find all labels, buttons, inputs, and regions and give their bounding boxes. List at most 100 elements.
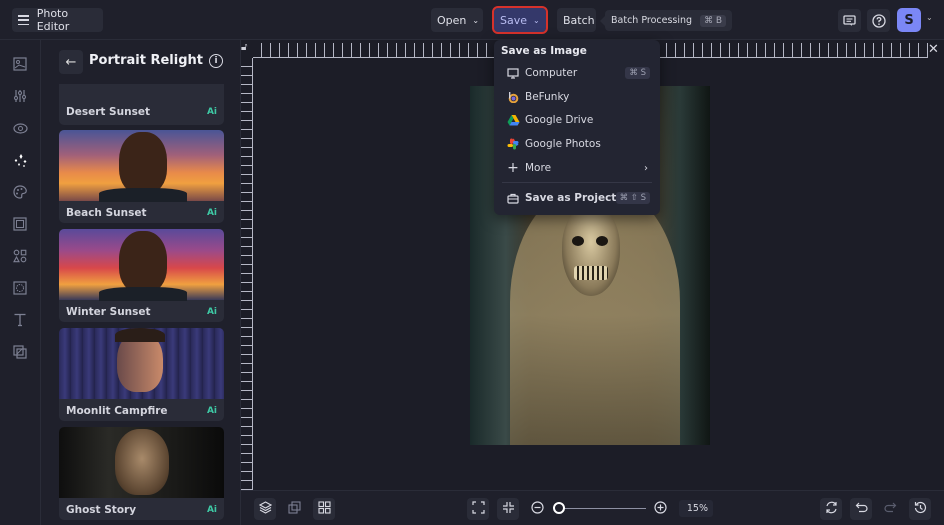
menu-item-label: Computer <box>525 67 578 79</box>
briefcase-icon <box>506 193 520 204</box>
layers-icon <box>258 501 272 517</box>
batch-tooltip: Batch Processing ⌘ B <box>599 10 733 31</box>
adjustments-icon[interactable] <box>11 87 29 105</box>
menu-item-label: BeFunky <box>525 91 570 103</box>
bottom-toolbar: 15% <box>241 490 944 525</box>
zoom-in-button[interactable] <box>649 498 671 520</box>
grid-view-button[interactable] <box>313 498 335 520</box>
effects-sparkle-icon[interactable] <box>11 151 29 169</box>
chevron-down-icon: ⌄ <box>472 15 480 25</box>
ai-badge: Ai <box>206 406 217 416</box>
history-button[interactable] <box>909 498 931 520</box>
tool-rail <box>0 40 41 525</box>
portrait-figure <box>119 132 167 194</box>
compare-button[interactable] <box>283 498 305 520</box>
menu-item-label: Save as Project <box>525 192 617 204</box>
save-as-project[interactable]: Save as Project ⌘ ⇧ S <box>494 187 660 209</box>
preset-thumbnail <box>59 130 224 202</box>
info-icon[interactable]: i <box>209 54 223 68</box>
menu-divider <box>502 182 652 183</box>
preset-name: Winter Sunset <box>66 306 151 318</box>
zoom-out-icon <box>530 501 544 517</box>
preset-thumbnail <box>59 328 224 399</box>
chevron-right-icon: › <box>644 162 648 174</box>
feedback-button[interactable] <box>838 9 861 32</box>
vertical-ruler[interactable] <box>241 58 253 490</box>
preset-card-ghost-story[interactable]: Ghost Story Ai <box>59 427 224 520</box>
save-to-google-photos[interactable]: Google Photos <box>494 133 660 155</box>
preset-name: Desert Sunset <box>66 106 150 118</box>
top-bar: Photo Editor Open ⌄ Save ⌄ Batch Batch Pro… <box>0 0 944 40</box>
zoom-in-icon <box>653 501 667 517</box>
user-avatar[interactable]: S <box>897 8 921 32</box>
save-to-google-drive[interactable]: Google Drive <box>494 109 660 131</box>
ai-badge: Ai <box>206 107 217 117</box>
frames-icon[interactable] <box>11 215 29 233</box>
menu-header: Save as Image <box>501 45 587 57</box>
ai-badge: Ai <box>206 505 217 515</box>
actual-size-button[interactable] <box>497 498 519 520</box>
reset-button[interactable] <box>820 498 842 520</box>
save-label: Save <box>500 13 528 27</box>
save-to-befunky[interactable]: BeFunky <box>494 86 660 108</box>
app-menu-button[interactable]: Photo Editor <box>12 7 103 33</box>
help-icon <box>871 13 886 28</box>
help-button[interactable] <box>867 9 890 32</box>
plus-icon: + <box>507 160 519 176</box>
redo-icon <box>883 501 897 517</box>
preset-card-moonlit-campfire[interactable]: Moonlit Campfire Ai <box>59 328 224 421</box>
save-to-computer[interactable]: Computer ⌘ S <box>494 62 660 84</box>
back-button[interactable]: ← <box>59 50 83 74</box>
history-icon <box>914 501 927 517</box>
eye-socket-left <box>572 236 584 246</box>
portrait-shoulders <box>99 287 187 301</box>
touch-up-eye-icon[interactable] <box>11 119 29 137</box>
panel-title: Portrait Relight <box>89 53 203 68</box>
app-title: Photo Editor <box>36 7 70 33</box>
batch-label: Batch <box>563 13 595 27</box>
graphics-shapes-icon[interactable] <box>11 247 29 265</box>
zoom-slider-track[interactable] <box>561 508 646 509</box>
open-label: Open <box>437 13 467 27</box>
batch-button[interactable]: Batch <box>557 8 596 32</box>
account-chevron-icon[interactable]: ⌄ <box>926 13 933 22</box>
menu-item-label: Google Drive <box>525 114 594 126</box>
shortcut-badge: ⌘ S <box>625 67 650 79</box>
expand-icon <box>471 501 485 517</box>
fit-to-screen-button[interactable] <box>467 498 489 520</box>
preset-thumbnail <box>59 427 224 498</box>
textures-icon[interactable] <box>11 343 29 361</box>
undo-icon <box>855 501 868 517</box>
undo-button[interactable] <box>850 498 872 520</box>
zoom-slider-handle[interactable] <box>553 502 565 514</box>
overlays-icon[interactable] <box>11 279 29 297</box>
artsy-palette-icon[interactable] <box>11 183 29 201</box>
save-button[interactable]: Save ⌄ <box>492 6 548 34</box>
redo-button[interactable] <box>879 498 901 520</box>
zoom-out-button[interactable] <box>526 498 548 520</box>
google-drive-icon <box>506 114 520 126</box>
layers-button[interactable] <box>254 498 276 520</box>
portrait-figure <box>119 231 167 293</box>
image-manager-icon[interactable] <box>11 55 29 73</box>
close-rulers-icon[interactable]: ✕ <box>928 42 939 57</box>
text-icon[interactable] <box>11 311 29 329</box>
ruler-lock-icon[interactable]: 🔓︎ <box>241 42 247 53</box>
save-more-options[interactable]: + More › <box>494 157 660 179</box>
compare-icon <box>287 501 301 517</box>
zoom-level-field[interactable]: 15% <box>679 500 713 517</box>
preset-name: Moonlit Campfire <box>66 405 168 417</box>
preset-thumbnail <box>59 229 224 301</box>
preset-card-beach-sunset[interactable]: Beach Sunset Ai <box>59 130 224 223</box>
portrait-relight-panel: Desert Sunset Ai Beach Sunset Ai Winter … <box>41 40 241 525</box>
eye-socket-right <box>596 236 608 246</box>
open-button[interactable]: Open ⌄ <box>431 8 483 32</box>
ai-badge: Ai <box>206 307 217 317</box>
tooltip-shortcut: ⌘ B <box>700 14 727 27</box>
preset-card-winter-sunset[interactable]: Winter Sunset Ai <box>59 229 224 322</box>
preset-name: Ghost Story <box>66 504 137 516</box>
grid-icon <box>317 501 331 517</box>
comment-icon <box>843 14 856 26</box>
skull-teeth <box>574 266 608 280</box>
portrait-shoulders <box>99 188 187 202</box>
